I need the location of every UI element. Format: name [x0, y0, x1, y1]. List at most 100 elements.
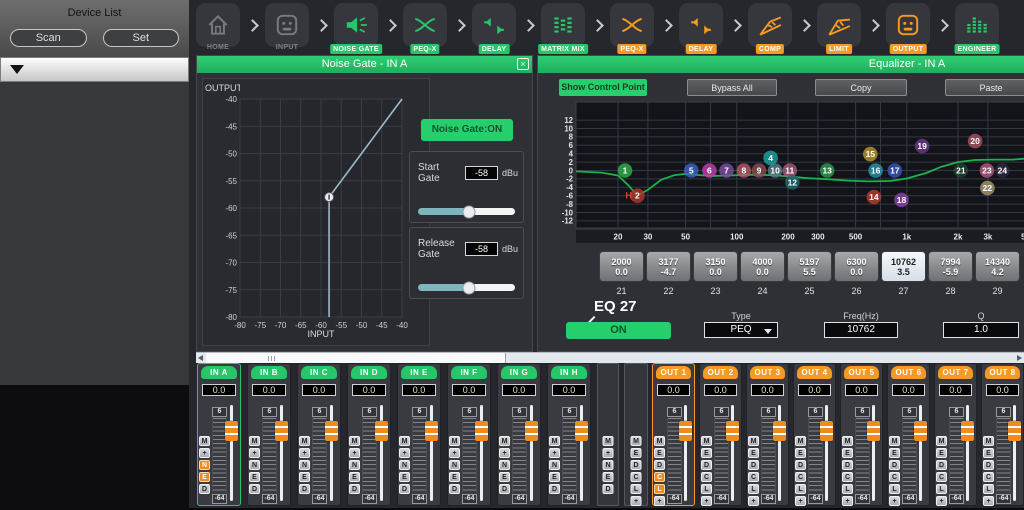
channel-button-m[interactable]: M — [449, 436, 460, 446]
channel-button-d[interactable]: D — [299, 484, 310, 494]
equalizer-response-chart[interactable]: 121086420-2-4-6-8-10-1220305010020030050… — [553, 101, 1024, 246]
channel-button-l[interactable]: L — [795, 484, 806, 494]
channel-button-l[interactable]: L — [983, 484, 994, 494]
channel-button-n[interactable]: N — [399, 460, 410, 470]
channel-button-plus[interactable]: + — [399, 448, 410, 458]
utility-button-plus[interactable]: + — [603, 448, 614, 458]
channel-button-plus[interactable]: + — [499, 448, 510, 458]
utility-button-n[interactable]: N — [603, 460, 614, 470]
toolbar-item-output[interactable]: OUTPUT — [886, 3, 930, 54]
channel-button-plus[interactable]: + — [701, 496, 712, 506]
type-dropdown[interactable]: PEQ — [704, 322, 778, 338]
channel-button-m[interactable]: M — [701, 436, 712, 446]
channel-button-e[interactable]: E — [449, 472, 460, 482]
fader-handle[interactable] — [679, 421, 692, 441]
output-strip-out-1[interactable]: OUT 10.0MEDCL+6-64 — [652, 363, 695, 506]
fader-handle[interactable] — [275, 421, 288, 441]
channel-button-d[interactable]: D — [399, 484, 410, 494]
fader-handle[interactable] — [1008, 421, 1021, 441]
channel-button-e[interactable]: E — [349, 472, 360, 482]
channel-button-plus[interactable]: + — [748, 496, 759, 506]
channel-button-n[interactable]: N — [299, 460, 310, 470]
eq-band-button[interactable]: 3177-4.7 — [646, 251, 691, 282]
channel-button-d[interactable]: D — [449, 484, 460, 494]
toolbar-item-matrix-mix[interactable]: MATRIX MIX — [541, 3, 585, 54]
scroll-left-arrow-icon[interactable] — [198, 355, 203, 361]
channel-button-plus[interactable]: + — [249, 448, 260, 458]
channel-button-d[interactable]: D — [936, 460, 947, 470]
channel-button-m[interactable]: M — [199, 436, 210, 446]
input-strip-in-f[interactable]: IN F0.0M+NED6-64 — [447, 363, 491, 506]
channel-button-n[interactable]: N — [449, 460, 460, 470]
channel-button-e[interactable]: E — [748, 448, 759, 458]
channel-button-c[interactable]: C — [748, 472, 759, 482]
channel-button-d[interactable]: D — [701, 460, 712, 470]
scan-button[interactable]: Scan — [10, 29, 87, 47]
channel-button-plus[interactable]: + — [349, 448, 360, 458]
fader-handle[interactable] — [726, 421, 739, 441]
channel-button-l[interactable]: L — [936, 484, 947, 494]
channel-button-e[interactable]: E — [889, 448, 900, 458]
output-strip-out-7[interactable]: OUT 70.0MEDCL+6-64 — [934, 363, 977, 506]
channel-button-e[interactable]: E — [654, 448, 665, 458]
scroll-right-arrow-icon[interactable] — [1017, 355, 1022, 361]
channel-button-m[interactable]: M — [983, 436, 994, 446]
channel-button-m[interactable]: M — [399, 436, 410, 446]
channel-button-c[interactable]: C — [701, 472, 712, 482]
output-strip-out-8[interactable]: OUT 80.0MEDCL+6-64 — [981, 363, 1024, 506]
eq-band-button[interactable]: 7994-5.9 — [928, 251, 973, 282]
channel-button-e[interactable]: E — [936, 448, 947, 458]
channel-button-l[interactable]: L — [654, 484, 665, 494]
toolbar-item-delay-output[interactable]: DELAY — [679, 3, 723, 54]
channel-button-e[interactable]: E — [842, 448, 853, 458]
fader-handle[interactable] — [575, 421, 588, 441]
release-gate-slider[interactable] — [418, 284, 515, 291]
channel-button-d[interactable]: D — [499, 484, 510, 494]
channel-button-m[interactable]: M — [889, 436, 900, 446]
eq-band-button[interactable]: 51975.5 — [787, 251, 832, 282]
paste-button[interactable]: Paste — [945, 79, 1024, 96]
channel-button-d[interactable]: D — [842, 460, 853, 470]
utility-button-e[interactable]: E — [603, 472, 614, 482]
input-strip-in-a[interactable]: IN A0.0M+NED6-64 — [197, 363, 241, 506]
channel-button-d[interactable]: D — [249, 484, 260, 494]
channel-button-d[interactable]: D — [889, 460, 900, 470]
toolbar-item-engineer[interactable]: ENGINEER — [955, 3, 999, 54]
output-strip-out-5[interactable]: OUT 50.0MEDCL+6-64 — [840, 363, 883, 506]
utility-button-d[interactable]: D — [631, 460, 642, 470]
fader-handle[interactable] — [325, 421, 338, 441]
channel-button-c[interactable]: C — [936, 472, 947, 482]
channel-button-plus[interactable]: + — [889, 496, 900, 506]
toolbar-item-limit[interactable]: LIMIT — [817, 3, 861, 54]
channel-button-m[interactable]: M — [842, 436, 853, 446]
output-strip-out-6[interactable]: OUT 60.0MEDCL+6-64 — [887, 363, 930, 506]
channel-button-n[interactable]: N — [549, 460, 560, 470]
channel-button-e[interactable]: E — [701, 448, 712, 458]
channel-button-m[interactable]: M — [299, 436, 310, 446]
fader-handle[interactable] — [867, 421, 880, 441]
channel-button-c[interactable]: C — [842, 472, 853, 482]
channel-button-l[interactable]: L — [748, 484, 759, 494]
toolbar-item-home[interactable]: HOME — [196, 3, 240, 54]
utility-button-m[interactable]: M — [631, 436, 642, 446]
show-control-point-button[interactable]: Show Control Point — [559, 79, 647, 96]
channel-button-d[interactable]: D — [654, 460, 665, 470]
fader-handle[interactable] — [820, 421, 833, 441]
toolbar-item-delay-input[interactable]: DELAY — [472, 3, 516, 54]
channel-button-d[interactable]: D — [199, 484, 210, 494]
channel-button-c[interactable]: C — [889, 472, 900, 482]
output-strip-out-3[interactable]: OUT 30.0MEDCL+6-64 — [746, 363, 789, 506]
channel-button-e[interactable]: E — [549, 472, 560, 482]
eq-band-button[interactable]: 107623.5 — [881, 251, 926, 282]
channel-button-plus[interactable]: + — [936, 496, 947, 506]
channel-button-m[interactable]: M — [249, 436, 260, 446]
fader-handle[interactable] — [773, 421, 786, 441]
channel-button-n[interactable]: N — [349, 460, 360, 470]
start-gate-slider[interactable] — [418, 208, 515, 215]
channel-button-m[interactable]: M — [748, 436, 759, 446]
eq-band-button[interactable]: 40000.0 — [740, 251, 785, 282]
channel-button-e[interactable]: E — [983, 448, 994, 458]
channel-button-m[interactable]: M — [654, 436, 665, 446]
bypass-all-button[interactable]: Bypass All — [687, 79, 777, 96]
eq-band-button[interactable]: 20000.0 — [599, 251, 644, 282]
